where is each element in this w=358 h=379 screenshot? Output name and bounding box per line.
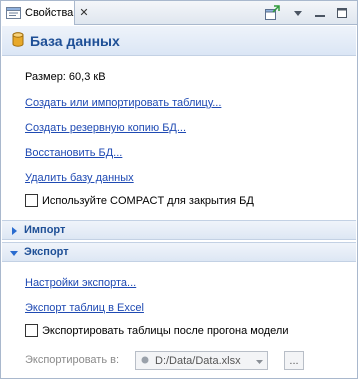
export-to-excel-link[interactable]: Экспорт таблиц в Excel	[25, 302, 144, 314]
browse-button[interactable]: ...	[284, 351, 304, 370]
export-file-select[interactable]: D:/Data/Data.xlsx	[135, 351, 268, 370]
export-section-header[interactable]: Экспорт	[2, 242, 356, 262]
view-menu-icon[interactable]	[289, 4, 307, 22]
export-section-label: Экспорт	[24, 246, 69, 258]
export-file-value: D:/Data/Data.xlsx	[155, 354, 241, 367]
import-section-label: Импорт	[24, 224, 66, 236]
export-after-run-label: Экспортировать таблицы после прогона мод…	[42, 324, 289, 337]
export-settings-link[interactable]: Настройки экспорта...	[25, 277, 136, 289]
new-window-icon[interactable]	[263, 4, 281, 22]
restore-database-link[interactable]: Восстановить БД...	[25, 147, 122, 159]
chevron-right-icon	[10, 226, 18, 235]
chevron-down-icon	[10, 248, 18, 256]
export-after-run-checkbox[interactable]	[25, 324, 38, 337]
backup-database-link[interactable]: Создать резервную копию БД...	[25, 122, 186, 134]
database-icon	[12, 31, 24, 50]
import-section-header[interactable]: Импорт	[2, 220, 356, 240]
page-title: База данных	[30, 32, 120, 49]
database-size: Размер: 60,3 кВ	[25, 71, 106, 83]
maximize-icon[interactable]	[333, 4, 351, 22]
export-to-label: Экспортировать в:	[25, 354, 120, 366]
minimize-icon[interactable]	[311, 4, 329, 22]
create-import-table-link[interactable]: Создать или импортировать таблицу...	[25, 97, 221, 109]
compact-checkbox[interactable]	[25, 194, 38, 207]
compact-option: Используйте COMPACT для закрытия БД	[25, 194, 254, 207]
properties-icon	[6, 6, 22, 20]
properties-panel: Свойства ✕ База данных Размер: 60,3 кВ С…	[0, 0, 358, 379]
export-after-run-option: Экспортировать таблицы после прогона мод…	[25, 324, 288, 337]
panel-header: База данных	[2, 26, 356, 56]
compact-label: Используйте COMPACT для закрытия БД	[42, 194, 254, 207]
tab-label: Свойства	[25, 7, 74, 19]
tab-bar: Свойства ✕	[1, 1, 357, 25]
file-dot-icon	[141, 355, 149, 367]
tab-properties[interactable]: Свойства ✕	[1, 1, 89, 25]
close-icon[interactable]: ✕	[79, 7, 88, 19]
delete-database-link[interactable]: Удалить базу данных	[25, 172, 134, 184]
chevron-down-icon	[255, 357, 264, 369]
